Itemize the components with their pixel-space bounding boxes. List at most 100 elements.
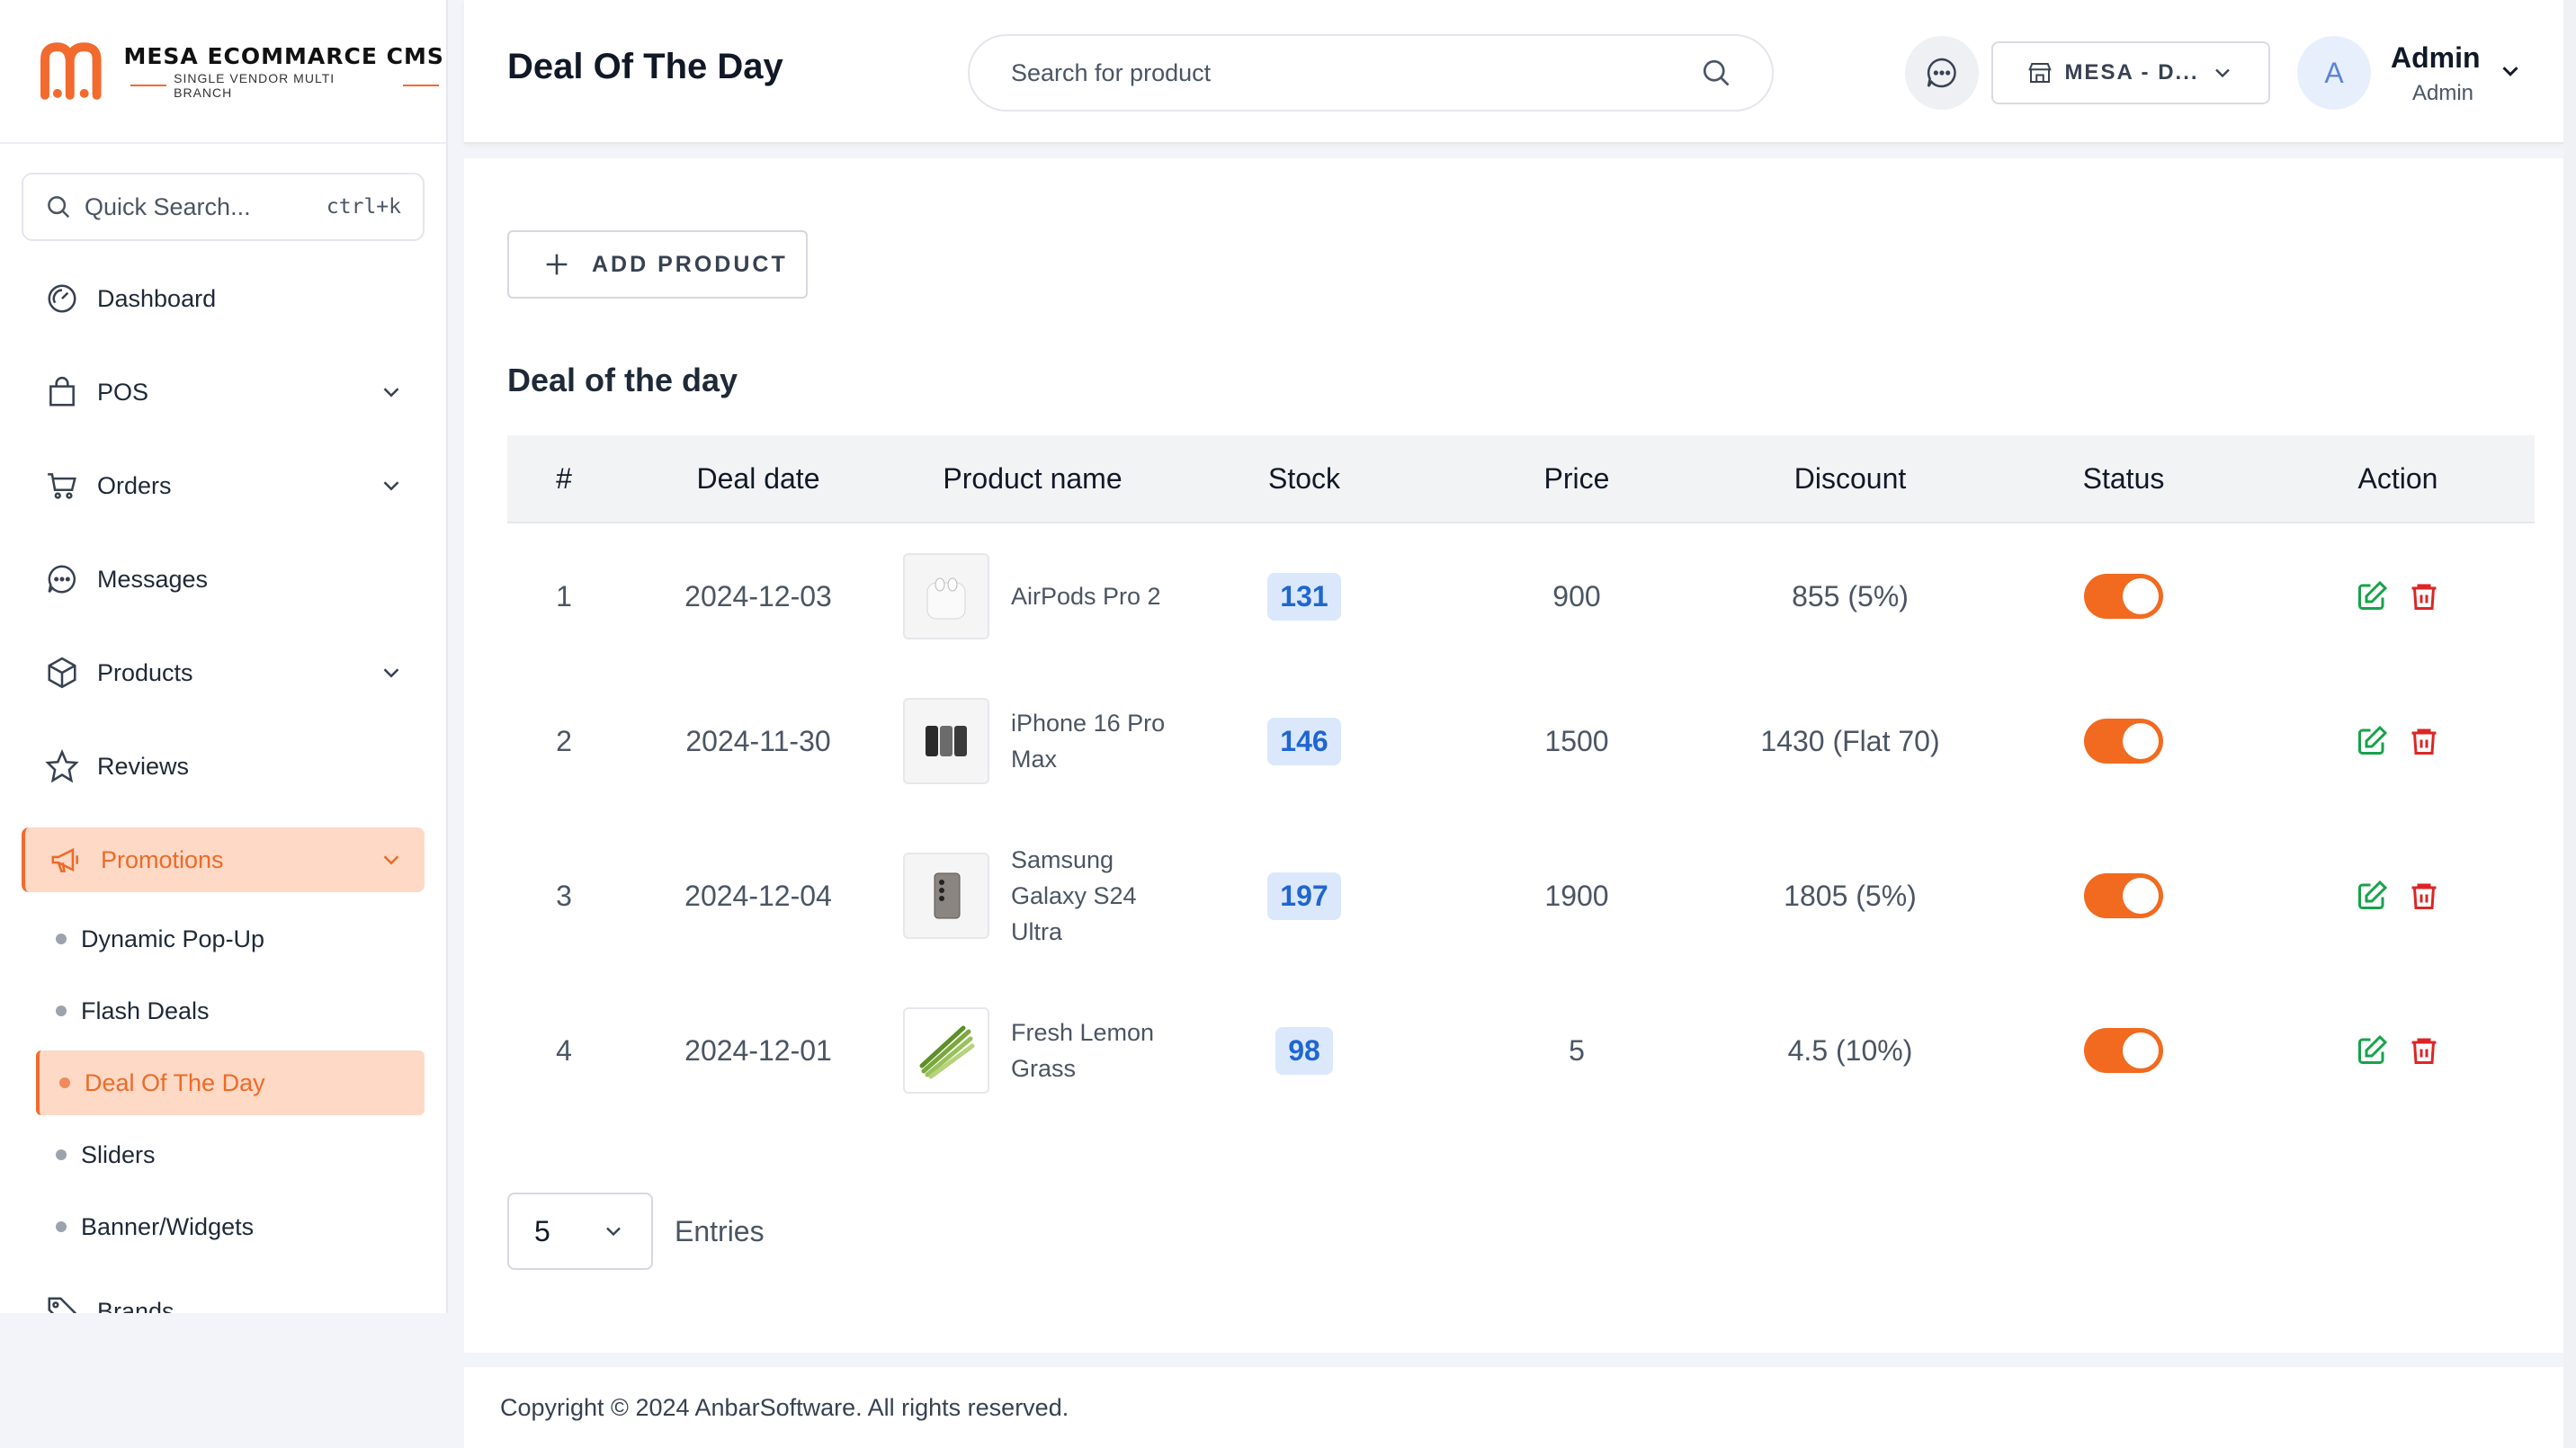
logo[interactable]: MESA ECOMMARCE CMS SINGLE VENDOR MULTI B… [0, 0, 446, 144]
deal-date: 2024-12-03 [684, 579, 832, 612]
sidebar-subitem-label: Flash Deals [81, 997, 210, 1024]
delete-icon[interactable] [2408, 725, 2440, 757]
chat-icon [1927, 58, 1956, 88]
bullet-icon [59, 1077, 70, 1088]
entries-label: Entries [675, 1214, 765, 1247]
iphone-image-icon [926, 726, 967, 756]
samsung-phone-image-icon [934, 872, 961, 919]
sidebar-item-messages[interactable]: Messages [22, 547, 425, 612]
column-header: Action [2357, 461, 2438, 495]
search-icon [48, 196, 70, 219]
footer: Copyright © 2024 AnbarSoftware. All righ… [464, 1367, 2563, 1448]
sidebar-subitem-label: Dynamic Pop-Up [81, 925, 265, 952]
product-name: Fresh Lemon Grass [1011, 1019, 1155, 1082]
sidebar-item-products[interactable]: Products [22, 640, 425, 705]
stock-badge: 146 [1267, 717, 1341, 765]
chevron-down-icon [383, 481, 399, 491]
user-name[interactable]: Admin [2391, 41, 2481, 75]
sidebar-item-brands[interactable]: Brands [22, 1279, 425, 1313]
sidebar-item-dashboard[interactable]: Dashboard [22, 266, 425, 331]
bullet-icon [56, 1006, 67, 1016]
sidebar-item-label: POS [97, 378, 149, 406]
product-thumbnail [903, 853, 989, 939]
search-icon[interactable] [1700, 57, 1732, 89]
sidebar-subitem-banner-widgets[interactable]: Banner/Widgets [36, 1194, 425, 1259]
status-toggle[interactable] [2084, 1028, 2163, 1073]
price: 900 [1552, 579, 1601, 612]
sidebar-nav: Dashboard POS Orders Messages Products R… [0, 266, 446, 921]
add-product-button[interactable]: ADD PRODUCT [507, 230, 808, 299]
edit-icon[interactable] [2356, 725, 2388, 757]
chevron-down-icon [606, 1227, 621, 1237]
table-row: 1 2024-12-03 AirPods Pro 2 131 900 855 (… [507, 523, 2535, 669]
status-toggle[interactable] [2084, 873, 2163, 918]
deal-date: 2024-11-30 [685, 724, 831, 757]
branch-selector[interactable]: MESA - D... [1991, 41, 2270, 104]
delete-icon[interactable] [2408, 880, 2440, 912]
stock-badge: 98 [1275, 1026, 1333, 1075]
delete-icon[interactable] [2408, 1034, 2440, 1067]
chat-icon [48, 565, 76, 594]
logo-icon [40, 42, 102, 100]
page-title: Deal Of The Day [507, 47, 783, 86]
status-toggle[interactable] [2084, 719, 2163, 764]
sidebar-subitem-flash-deals[interactable]: Flash Deals [36, 979, 425, 1043]
promotions-submenu: Dynamic Pop-Up Flash Deals Deal Of The D… [0, 907, 446, 1313]
sidebar-item-promotions[interactable]: Promotions [22, 827, 425, 892]
sidebar-subitem-label: Sliders [81, 1140, 156, 1168]
row-number: 2 [556, 724, 572, 757]
product-cell: Samsung Galaxy S24 Ultra [896, 842, 1146, 950]
messages-button[interactable] [1905, 36, 1979, 110]
quick-search[interactable]: Quick Search... ctrl+k [22, 173, 425, 241]
price: 1900 [1544, 879, 1609, 912]
deal-date: 2024-12-01 [684, 1033, 832, 1067]
lemongrass-image-icon [919, 1025, 975, 1079]
edit-icon[interactable] [2356, 880, 2388, 912]
sidebar-subitem-dynamic-popup[interactable]: Dynamic Pop-Up [36, 907, 425, 971]
sidebar-item-label: Products [97, 658, 193, 686]
sidebar-subitem-sliders[interactable]: Sliders [36, 1122, 425, 1187]
sidebar-item-pos[interactable]: POS [22, 360, 425, 425]
table-header: # Deal date Product name Stock Price Dis… [507, 435, 2535, 523]
avatar[interactable]: A [2297, 36, 2371, 110]
product-search[interactable] [968, 34, 1774, 112]
product-cell: Fresh Lemon Grass [896, 1007, 1164, 1094]
box-icon [48, 657, 76, 689]
scrollbar[interactable] [2563, 0, 2576, 1448]
sidebar-item-reviews[interactable]: Reviews [22, 734, 425, 799]
user-role: Admin [2412, 81, 2474, 105]
sidebar-item-label: Messages [97, 565, 209, 593]
tag-icon [48, 1297, 77, 1313]
price: 5 [1569, 1033, 1585, 1067]
stock-badge: 131 [1267, 572, 1341, 621]
search-input[interactable] [1011, 58, 1700, 87]
megaphone-icon [51, 847, 78, 872]
delete-icon[interactable] [2408, 580, 2440, 612]
status-toggle[interactable] [2084, 574, 2163, 619]
product-cell: AirPods Pro 2 [896, 553, 1173, 639]
discount: 1430 (Flat 70) [1760, 724, 1940, 757]
copyright-text: Copyright © 2024 AnbarSoftware. All righ… [500, 1393, 1069, 1421]
main-content: ADD PRODUCT Deal of the day # Deal date … [464, 158, 2563, 1353]
product-name: iPhone 16 Pro Max [1011, 710, 1166, 773]
edit-icon[interactable] [2356, 1034, 2388, 1067]
row-number: 4 [556, 1033, 572, 1067]
column-header: Discount [1793, 461, 1907, 495]
entries-select[interactable]: 5 [507, 1193, 653, 1270]
brand-name: MESA ECOMMARCE CMS [123, 42, 444, 69]
chevron-down-icon[interactable] [2497, 58, 2524, 85]
top-header: Deal Of The Day MESA - D... A Admin Admi… [464, 0, 2563, 144]
chevron-down-icon [383, 855, 399, 865]
product-name: AirPods Pro 2 [1011, 583, 1161, 610]
edit-icon[interactable] [2356, 580, 2388, 612]
deal-date: 2024-12-04 [684, 879, 832, 912]
sidebar-subitem-deal-of-the-day[interactable]: Deal Of The Day [36, 1050, 425, 1115]
chevron-down-icon [383, 668, 399, 678]
column-header: Status [2082, 461, 2165, 495]
sidebar-item-label: Dashboard [97, 284, 217, 312]
bullet-icon [56, 1221, 67, 1232]
sidebar-item-orders[interactable]: Orders [22, 453, 425, 518]
column-header: Price [1543, 461, 1610, 495]
table-row: 3 2024-12-04 Samsung Galaxy S24 Ultra 19… [507, 813, 2535, 979]
shopping-bag-icon [49, 376, 75, 407]
